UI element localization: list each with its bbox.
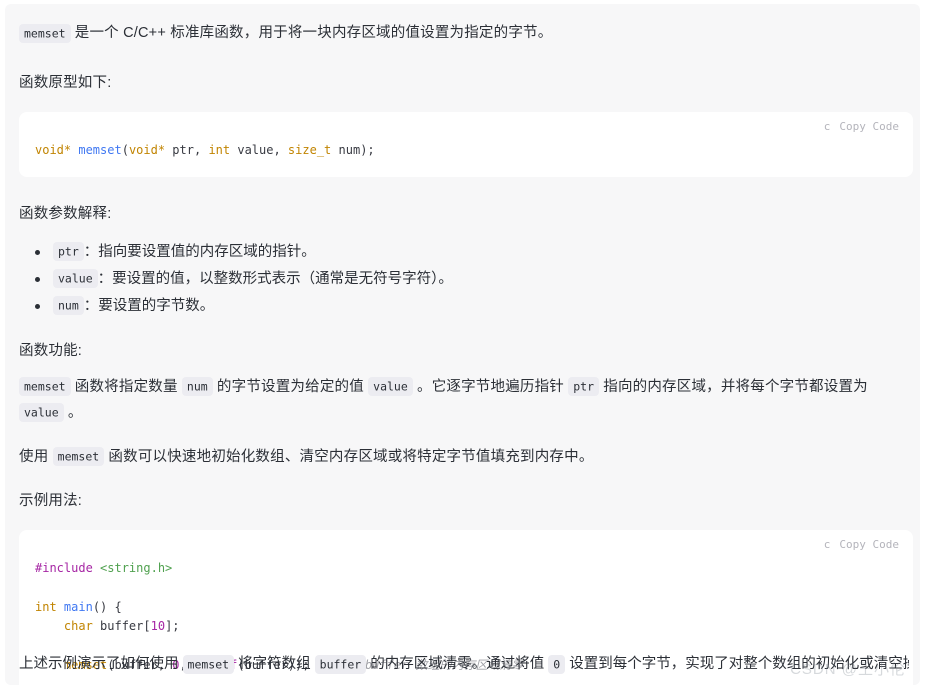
inline-code-ptr: ptr <box>53 242 84 261</box>
desc-text: 函数将指定数量 <box>70 378 182 395</box>
code-token: void* <box>128 143 166 157</box>
code-token: #include <box>35 560 93 575</box>
params-list: ptr ：指向要设置值的内存区域的指针。 value ：要设置的值，以整数形式表示（通… <box>19 239 906 320</box>
code-line: #include <string.h> <box>35 559 897 579</box>
intro-paragraph: memset 是一个 C/C++ 标准库函数，用于将一块内存区域的值设置为指定的… <box>19 20 906 46</box>
desc-text: 。 <box>63 404 83 421</box>
code-token: memset <box>78 143 122 157</box>
code-token: ( <box>121 143 129 157</box>
summary-text: 上述示例演示了如何使用 <box>19 656 183 672</box>
inline-code-memset: memset <box>52 447 105 466</box>
code-content-prototype: void* memset(void* ptr, int value, size_… <box>19 135 913 177</box>
inline-code-ptr: ptr <box>568 377 600 396</box>
code-block-header: c Copy Code <box>19 530 913 553</box>
desc-text: 指向的内存区域，并将每个字节都设置为 <box>599 378 868 395</box>
inline-code-value: value <box>53 269 98 288</box>
list-item: ptr ：指向要设置值的内存区域的指针。 <box>35 239 906 266</box>
code-language-label: c <box>823 537 831 551</box>
list-item-description: ：指向要设置值的内存区域的指针。 <box>83 243 316 260</box>
code-line: char buffer[10]; <box>35 617 897 637</box>
code-token: ptr, <box>165 143 209 157</box>
usage-text: 函数可以快速地初始化数组、清空内存区域或将特定字节值填充到内存中。 <box>104 448 594 465</box>
code-token: value, <box>230 143 288 157</box>
desc-text: 的字节设置为给定的值 <box>212 378 369 395</box>
intro-text: 是一个 C/C++ 标准库函数，用于将一块内存区域的值设置为指定的字节。 <box>70 25 553 41</box>
code-token: int <box>208 143 231 157</box>
prototype-heading: 函数原型如下: <box>19 75 112 91</box>
inline-code-value: value <box>19 403 64 422</box>
summary-text: 将字符数组 <box>234 656 315 672</box>
usage-note: 使用 memset 函数可以快速地初始化数组、清空内存区域或将特定字节值填充到内… <box>19 444 906 470</box>
inline-code-value: value <box>368 377 413 396</box>
code-token: char <box>63 619 93 633</box>
article-page: memset 是一个 C/C++ 标准库函数，用于将一块内存区域的值设置为指定的… <box>5 4 920 685</box>
inline-code-memset: memset <box>182 654 235 674</box>
code-token: 10 <box>150 619 166 633</box>
summary-text: 的内存区域清零。通过将值 <box>366 656 549 672</box>
list-item-description: ：要设置的值，以整数形式表示（通常是无符号字符）。 <box>97 270 453 287</box>
code-token: num <box>331 143 361 157</box>
desc-text: 。它逐字节地遍历指针 <box>412 378 569 395</box>
list-item: value ：要设置的值，以整数形式表示（通常是无符号字符）。 <box>35 266 906 293</box>
code-token: void* <box>35 143 72 157</box>
inline-code-zero: 0 <box>548 654 566 674</box>
example-heading: 示例用法: <box>19 492 83 509</box>
usage-text: 使用 <box>19 448 53 465</box>
params-heading: 函数参数解释: <box>19 205 112 222</box>
inline-code-buffer: buffer <box>314 654 367 674</box>
code-token: buffer[ <box>92 619 151 633</box>
copy-code-button[interactable]: Copy Code <box>839 538 899 551</box>
inline-code-num: num <box>53 296 84 315</box>
summary-paragraph: 上述示例演示了如何使用 memset 将字符数组 buffer 的内存区域清零。… <box>19 651 909 677</box>
code-block-prototype: c Copy Code void* memset(void* ptr, int … <box>19 112 913 177</box>
code-token: size_t <box>287 143 332 157</box>
function-description: memset 函数将指定数量 num 的字节设置为给定的值 value 。它逐字… <box>19 374 906 426</box>
code-token: main <box>63 599 93 614</box>
code-token: <string.h> <box>100 560 173 575</box>
inline-code-num: num <box>181 377 213 396</box>
article-content: memset 是一个 C/C++ 标准库函数，用于将一块内存区域的值设置为指定的… <box>5 4 920 685</box>
summary-text: 设置到每个字节，实现了对整个数组的初始化或清空操作。 <box>565 656 909 672</box>
code-token: () { <box>92 599 122 614</box>
code-language-label: c <box>823 120 831 133</box>
code-line: int main() { <box>35 598 897 618</box>
code-token: ]; <box>165 619 180 633</box>
copy-code-button[interactable]: Copy Code <box>839 120 899 133</box>
code-block-header: c Copy Code <box>19 112 913 135</box>
inline-code-memset: memset <box>19 377 71 396</box>
code-token: ); <box>360 143 375 157</box>
list-item: num ：要设置的字节数。 <box>35 293 906 320</box>
inline-code-memset: memset <box>19 23 71 43</box>
list-item-description: ：要设置的字节数。 <box>83 297 215 314</box>
function-heading: 函数功能: <box>19 342 83 359</box>
code-token: int <box>35 599 57 614</box>
